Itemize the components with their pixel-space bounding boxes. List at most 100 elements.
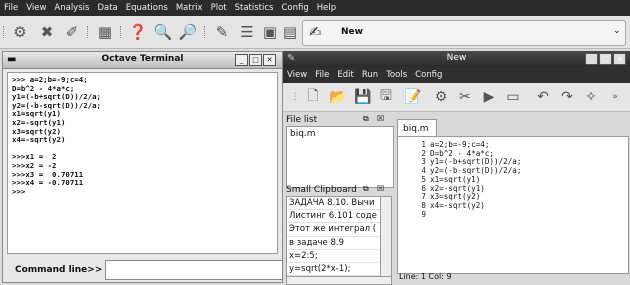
- clipboard-item[interactable]: y=sqrt(2*x-1);: [287, 263, 381, 277]
- new-document-dropdown[interactable]: ✍ New ⌄: [302, 20, 626, 46]
- gear-icon[interactable]: ⚙: [10, 22, 30, 42]
- more-icon[interactable]: »: [605, 87, 625, 107]
- menu-config[interactable]: Config: [277, 0, 312, 16]
- maximize-button[interactable]: □: [599, 53, 612, 65]
- cursor-position-status: Line: 1 Col: 9: [399, 272, 452, 281]
- tools-icon[interactable]: ✖: [37, 22, 57, 42]
- editor-menu-run[interactable]: Run: [358, 67, 382, 83]
- clipboard-item[interactable]: Этот же интеграл (: [287, 223, 381, 237]
- close-button[interactable]: ✕: [613, 53, 626, 65]
- float-panel-icon[interactable]: ⧉: [363, 184, 369, 194]
- close-button[interactable]: ✕: [263, 54, 276, 66]
- terminal-output-text: >>> a=2;b=-9;c=4; D=b^2 - 4*a*c; y1=(-b+…: [12, 75, 101, 196]
- close-panel-icon[interactable]: ☒: [377, 114, 384, 123]
- save-icon[interactable]: 💾: [353, 87, 373, 107]
- pen-icon[interactable]: ✎: [212, 22, 232, 42]
- minimize-button[interactable]: _: [585, 53, 598, 65]
- list-icon[interactable]: ☰: [237, 22, 257, 42]
- open-folder-icon[interactable]: 📂: [328, 87, 348, 107]
- zoom-in-icon[interactable]: 🔍: [153, 22, 173, 42]
- new-file-icon[interactable]: 🗋: [303, 87, 323, 107]
- edit-file-icon[interactable]: 📝: [403, 87, 423, 107]
- clipboard-horizontal-scrollbar[interactable]: [286, 276, 392, 285]
- undo-icon[interactable]: ↶: [533, 87, 553, 107]
- menu-plot[interactable]: Plot: [207, 0, 231, 16]
- toolbar-separator: [120, 26, 123, 38]
- code-line[interactable]: 8 x4=-sqrt(y2): [398, 201, 628, 211]
- maximize-button[interactable]: □: [249, 54, 262, 66]
- menu-file[interactable]: File: [0, 0, 22, 16]
- tab-label: biq.m: [403, 124, 429, 134]
- editor-menu-edit[interactable]: Edit: [333, 67, 357, 83]
- terminal-titlebar[interactable]: ▬ Octave Terminal _ □ ✕: [3, 52, 282, 69]
- editor-menu-file[interactable]: File: [311, 67, 333, 83]
- file-list-item[interactable]: biq.m: [290, 129, 316, 139]
- code-line-text[interactable]: a=2;b=-9;c=4;: [430, 140, 489, 149]
- toolbar-handle[interactable]: ⋮: [285, 87, 305, 107]
- editor-menu-view[interactable]: View: [283, 67, 311, 83]
- code-editor[interactable]: 1 a=2;b=-9;c=4; 2 D=b^2 - 4*a*c; 3 y1=(-b+sqr…: [397, 136, 629, 274]
- menu-equations[interactable]: Equations: [122, 0, 172, 16]
- redo-icon[interactable]: ↷: [557, 87, 577, 107]
- command-line-label: Command line>>: [15, 265, 103, 275]
- clear-icon[interactable]: ✧: [581, 87, 601, 107]
- menu-view[interactable]: View: [22, 0, 50, 16]
- toolbar-separator: [87, 26, 90, 38]
- menu-help[interactable]: Help: [313, 0, 340, 16]
- new-label: New: [341, 27, 363, 37]
- clipboard-item[interactable]: в задаче 8.9: [287, 237, 381, 250]
- small-clipboard-list: ЗАДАЧА 8.10. Вычи Листинг 6.101 соде Это…: [286, 196, 382, 278]
- code-line-text[interactable]: D=b^2 - 4*a*c;: [430, 149, 494, 158]
- terminal-icon[interactable]: ▭: [503, 87, 523, 107]
- clipboard-item[interactable]: Листинг 6.101 соде: [287, 210, 381, 224]
- menu-data[interactable]: Data: [93, 0, 121, 16]
- menu-statistics[interactable]: Statistics: [231, 0, 278, 16]
- terminal-output: >>> a=2;b=-9;c=4; D=b^2 - 4*a*c; y1=(-b+…: [7, 72, 278, 254]
- editor-menu-tools[interactable]: Tools: [382, 67, 411, 83]
- float-panel-icon[interactable]: ⧉: [363, 114, 369, 124]
- file-list-label: File list: [286, 115, 318, 125]
- tools-icon[interactable]: ✂: [455, 87, 475, 107]
- pen-icon: ✍: [309, 23, 322, 41]
- code-line-text[interactable]: x3=sqrt(y2): [430, 192, 480, 201]
- code-line[interactable]: 9: [398, 209, 628, 220]
- menu-analysis[interactable]: Analysis: [50, 0, 93, 16]
- close-panel-icon[interactable]: ☒: [377, 184, 384, 193]
- calculator-icon[interactable]: ▦: [95, 22, 115, 42]
- clipboard-vertical-scrollbar[interactable]: [380, 196, 392, 278]
- code-line-text[interactable]: x1=sqrt(y1): [430, 175, 480, 184]
- octave-terminal-window: ▬ Octave Terminal _ □ ✕ >>> a=2;b=-9;c=4…: [2, 51, 283, 283]
- command-line-input[interactable]: [105, 260, 283, 280]
- small-clipboard-label: Small Clipboard: [286, 185, 357, 195]
- eraser-icon[interactable]: ✐: [62, 22, 82, 42]
- gear-icon[interactable]: ⚙: [431, 87, 451, 107]
- editor-menubar: View File Edit Run Tools Config: [283, 67, 630, 83]
- save-as-icon[interactable]: 🖫: [376, 87, 396, 107]
- toolbar-handle[interactable]: [3, 26, 6, 38]
- code-line-text[interactable]: x4=-sqrt(y2): [430, 201, 485, 210]
- menu-matrix[interactable]: Matrix: [172, 0, 207, 16]
- line-number: 9: [421, 209, 426, 219]
- clipboard-item[interactable]: ЗАДАЧА 8.10. Вычи: [287, 197, 381, 211]
- zoom-out-icon[interactable]: 🔎: [178, 22, 198, 42]
- tab-biq-m[interactable]: biq.m: [397, 119, 437, 137]
- run-icon[interactable]: ▶: [479, 87, 499, 107]
- code-line-text[interactable]: y2=(-b-sqrt(D))/2/a;: [430, 166, 521, 175]
- file-list: biq.m: [286, 126, 394, 188]
- editor-menu-config[interactable]: Config: [411, 67, 446, 83]
- note-icon[interactable]: ▤: [280, 22, 300, 42]
- code-text[interactable]: 1 a=2;b=-9;c=4; 2 D=b^2 - 4*a*c; 3 y1=(-b+sqr…: [398, 137, 628, 219]
- editor-titlebar[interactable]: ✎ New _ □ ✕: [283, 51, 630, 67]
- chevron-down-icon: ⌄: [613, 26, 621, 36]
- main-menubar: File View Analysis Data Equations Matrix Plot S…: [0, 0, 630, 16]
- clipboard-item[interactable]: x=2:5;: [287, 250, 381, 264]
- image-icon[interactable]: ▣: [260, 22, 280, 42]
- code-line-text[interactable]: y1=(-b+sqrt(D))/2/a;: [430, 157, 521, 167]
- main-toolbar: ⚙ ✖ ✐ ▦ ❓ 🔍 🔎 ✎ ☰ ▣ ▤ ✍ New ⌄: [0, 16, 630, 49]
- code-line-text[interactable]: x2=-sqrt(y1): [430, 184, 485, 193]
- help-icon[interactable]: ❓: [128, 22, 148, 42]
- minimize-button[interactable]: _: [235, 54, 248, 66]
- toolbar-separator: [204, 26, 207, 38]
- editor-toolbar: ⋮ 🗋 📂 💾 🖫 📝 ⚙ ✂ ▶ ▭ ↶ ↷ ✧ »: [283, 83, 630, 112]
- editor-title: New: [446, 53, 467, 63]
